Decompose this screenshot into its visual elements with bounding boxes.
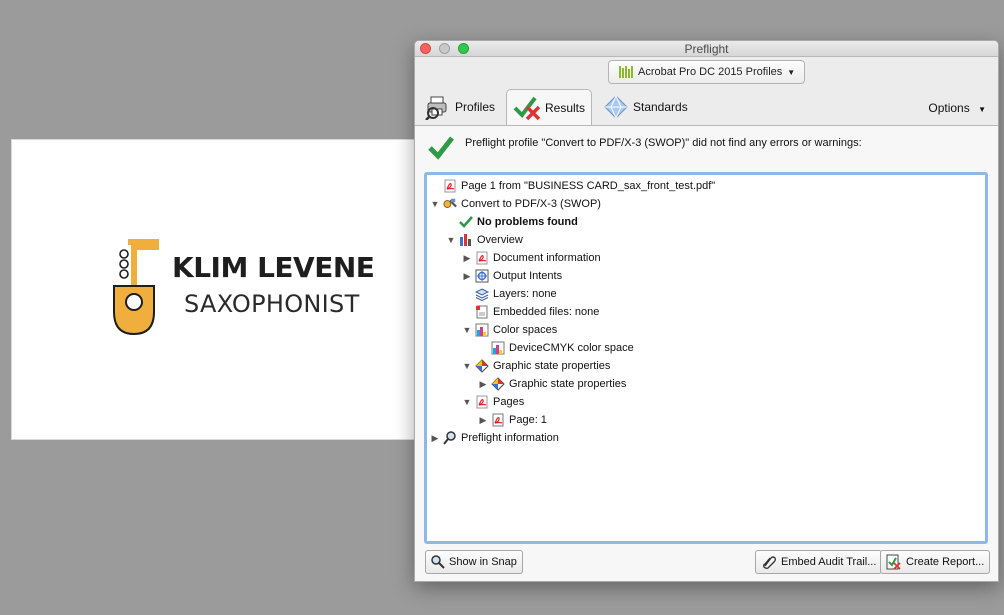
- create-report-button[interactable]: Create Report...: [880, 550, 991, 574]
- card-subtitle: SAXOPHONIST: [184, 290, 360, 318]
- tree-row-label: Convert to PDF/X-3 (SWOP): [461, 198, 601, 210]
- standards-diamond-icon: [604, 94, 628, 120]
- tree-row[interactable]: ▼ Color spaces: [427, 321, 985, 339]
- disclosure-collapsed-icon[interactable]: ▶: [477, 415, 489, 426]
- tab-profiles-label: Profiles: [455, 100, 496, 114]
- show-in-snap-label: Show in Snap: [449, 556, 517, 568]
- tree-row[interactable]: ▼ Convert to PDF/X-3 (SWOP): [427, 195, 985, 213]
- tree-row[interactable]: ▼ Graphic state properties: [427, 357, 985, 375]
- disclosure-expanded-icon[interactable]: ▼: [429, 199, 441, 209]
- overview-icon: [459, 233, 473, 247]
- fixup-icon: [443, 197, 457, 211]
- window-titlebar[interactable]: Preflight: [415, 41, 998, 57]
- library-books-icon: [619, 66, 633, 78]
- tree-row-label: Page 1 from "BUSINESS CARD_sax_front_tes…: [461, 180, 716, 192]
- result-summary: Preflight profile "Convert to PDF/X-3 (S…: [427, 134, 862, 160]
- tab-results-label: Results: [545, 101, 586, 115]
- tree-row[interactable]: Layers: none: [427, 285, 985, 303]
- tree-row-label: Layers: none: [493, 288, 557, 300]
- tree-row-label: Page: 1: [509, 414, 547, 426]
- embed-audit-trail-label: Embed Audit Trail...: [781, 556, 877, 568]
- tree-row[interactable]: ▼ Pages: [427, 393, 985, 411]
- window-title: Preflight: [684, 42, 729, 56]
- profiles-printer-icon: [425, 96, 447, 120]
- tree-row-label: No problems found: [477, 216, 578, 228]
- tree-row-label: Graphic state properties: [509, 378, 627, 390]
- tree-row[interactable]: Embedded files: none: [427, 303, 985, 321]
- tab-results[interactable]: Results: [506, 89, 592, 126]
- tree-row-label: Output Intents: [493, 270, 563, 282]
- pdf-icon: [475, 251, 489, 265]
- tree-row[interactable]: ▶ Page: 1: [427, 411, 985, 429]
- options-menu[interactable]: Options ▼: [928, 101, 986, 115]
- report-icon: [886, 554, 901, 570]
- disclosure-collapsed-icon[interactable]: ▶: [461, 271, 473, 282]
- profile-library-dropdown[interactable]: Acrobat Pro DC 2015 Profiles ▼: [608, 60, 805, 84]
- tree-row[interactable]: Page 1 from "BUSINESS CARD_sax_front_tes…: [427, 177, 985, 195]
- tree-row-label: DeviceCMYK color space: [509, 342, 634, 354]
- pdf-page-icon: [491, 413, 505, 427]
- tree-row[interactable]: ▼ Overview: [427, 231, 985, 249]
- layers-icon: [475, 287, 489, 301]
- tree-row[interactable]: ▶ Document information: [427, 249, 985, 267]
- tree-row-label: Graphic state properties: [493, 360, 611, 372]
- disclosure-expanded-icon[interactable]: ▼: [445, 235, 457, 245]
- disclosure-expanded-icon[interactable]: ▼: [461, 325, 473, 335]
- show-in-snap-button[interactable]: Show in Snap: [425, 550, 523, 574]
- tree-row[interactable]: ▶ Preflight information: [427, 429, 985, 447]
- tab-standards[interactable]: Standards: [603, 89, 688, 125]
- chevron-down-icon: ▼: [787, 67, 796, 77]
- tree-row[interactable]: ▶ Graphic state properties: [427, 375, 985, 393]
- embedded-file-icon: [475, 305, 489, 319]
- disclosure-collapsed-icon[interactable]: ▶: [477, 379, 489, 390]
- disclosure-collapsed-icon[interactable]: ▶: [461, 253, 473, 264]
- options-label: Options: [928, 101, 970, 115]
- chevron-down-icon: ▼: [978, 105, 986, 114]
- output-intent-icon: [475, 269, 489, 283]
- tab-standards-label: Standards: [633, 100, 688, 114]
- tree-row-label: Preflight information: [461, 432, 559, 444]
- create-report-label: Create Report...: [906, 556, 985, 568]
- graphic-state-icon: [475, 359, 489, 373]
- business-card-preview: KLIM LEVENE SAXOPHONIST: [11, 139, 416, 440]
- tab-profiles[interactable]: Profiles: [425, 89, 495, 125]
- magnifier-icon: [431, 555, 445, 569]
- tree-row[interactable]: DeviceCMYK color space: [427, 339, 985, 357]
- card-name-heading: KLIM LEVENE: [172, 251, 375, 284]
- tree-row-label: Color spaces: [493, 324, 558, 336]
- disclosure-collapsed-icon[interactable]: ▶: [429, 433, 441, 444]
- color-space-icon: [491, 341, 505, 355]
- graphic-state-icon: [491, 377, 505, 391]
- preflight-tabs: Profiles Results Standards: [415, 89, 998, 126]
- pdf-icon: [443, 179, 457, 193]
- tree-row-label: Overview: [477, 234, 523, 246]
- tree-row[interactable]: No problems found: [427, 213, 985, 231]
- pdf-icon: [475, 395, 489, 409]
- tree-row-label: Document information: [493, 252, 601, 264]
- result-message: Preflight profile "Convert to PDF/X-3 (S…: [465, 137, 862, 149]
- magnifier-icon: [443, 431, 457, 445]
- tree-row-label: Pages: [493, 396, 525, 408]
- tree-row-label: Embedded files: none: [493, 306, 600, 318]
- preflight-window: Preflight Acrobat Pro DC 2015 Profiles ▼…: [414, 40, 999, 582]
- disclosure-expanded-icon[interactable]: ▼: [461, 361, 473, 371]
- color-space-icon: [475, 323, 489, 337]
- success-check-icon: [428, 136, 454, 160]
- saxophone-logo-icon: [113, 239, 159, 336]
- check-icon: [459, 215, 473, 229]
- embed-audit-trail-button[interactable]: Embed Audit Trail...: [755, 550, 883, 574]
- disclosure-expanded-icon[interactable]: ▼: [461, 397, 473, 407]
- paperclip-icon: [763, 556, 776, 569]
- results-panel: Preflight profile "Convert to PDF/X-3 (S…: [415, 125, 998, 581]
- tree-row[interactable]: ▶ Output Intents: [427, 267, 985, 285]
- profile-dropdown-label: Acrobat Pro DC 2015 Profiles: [638, 66, 783, 78]
- results-check-icon: [513, 96, 541, 121]
- results-tree[interactable]: Page 1 from "BUSINESS CARD_sax_front_tes…: [424, 172, 988, 544]
